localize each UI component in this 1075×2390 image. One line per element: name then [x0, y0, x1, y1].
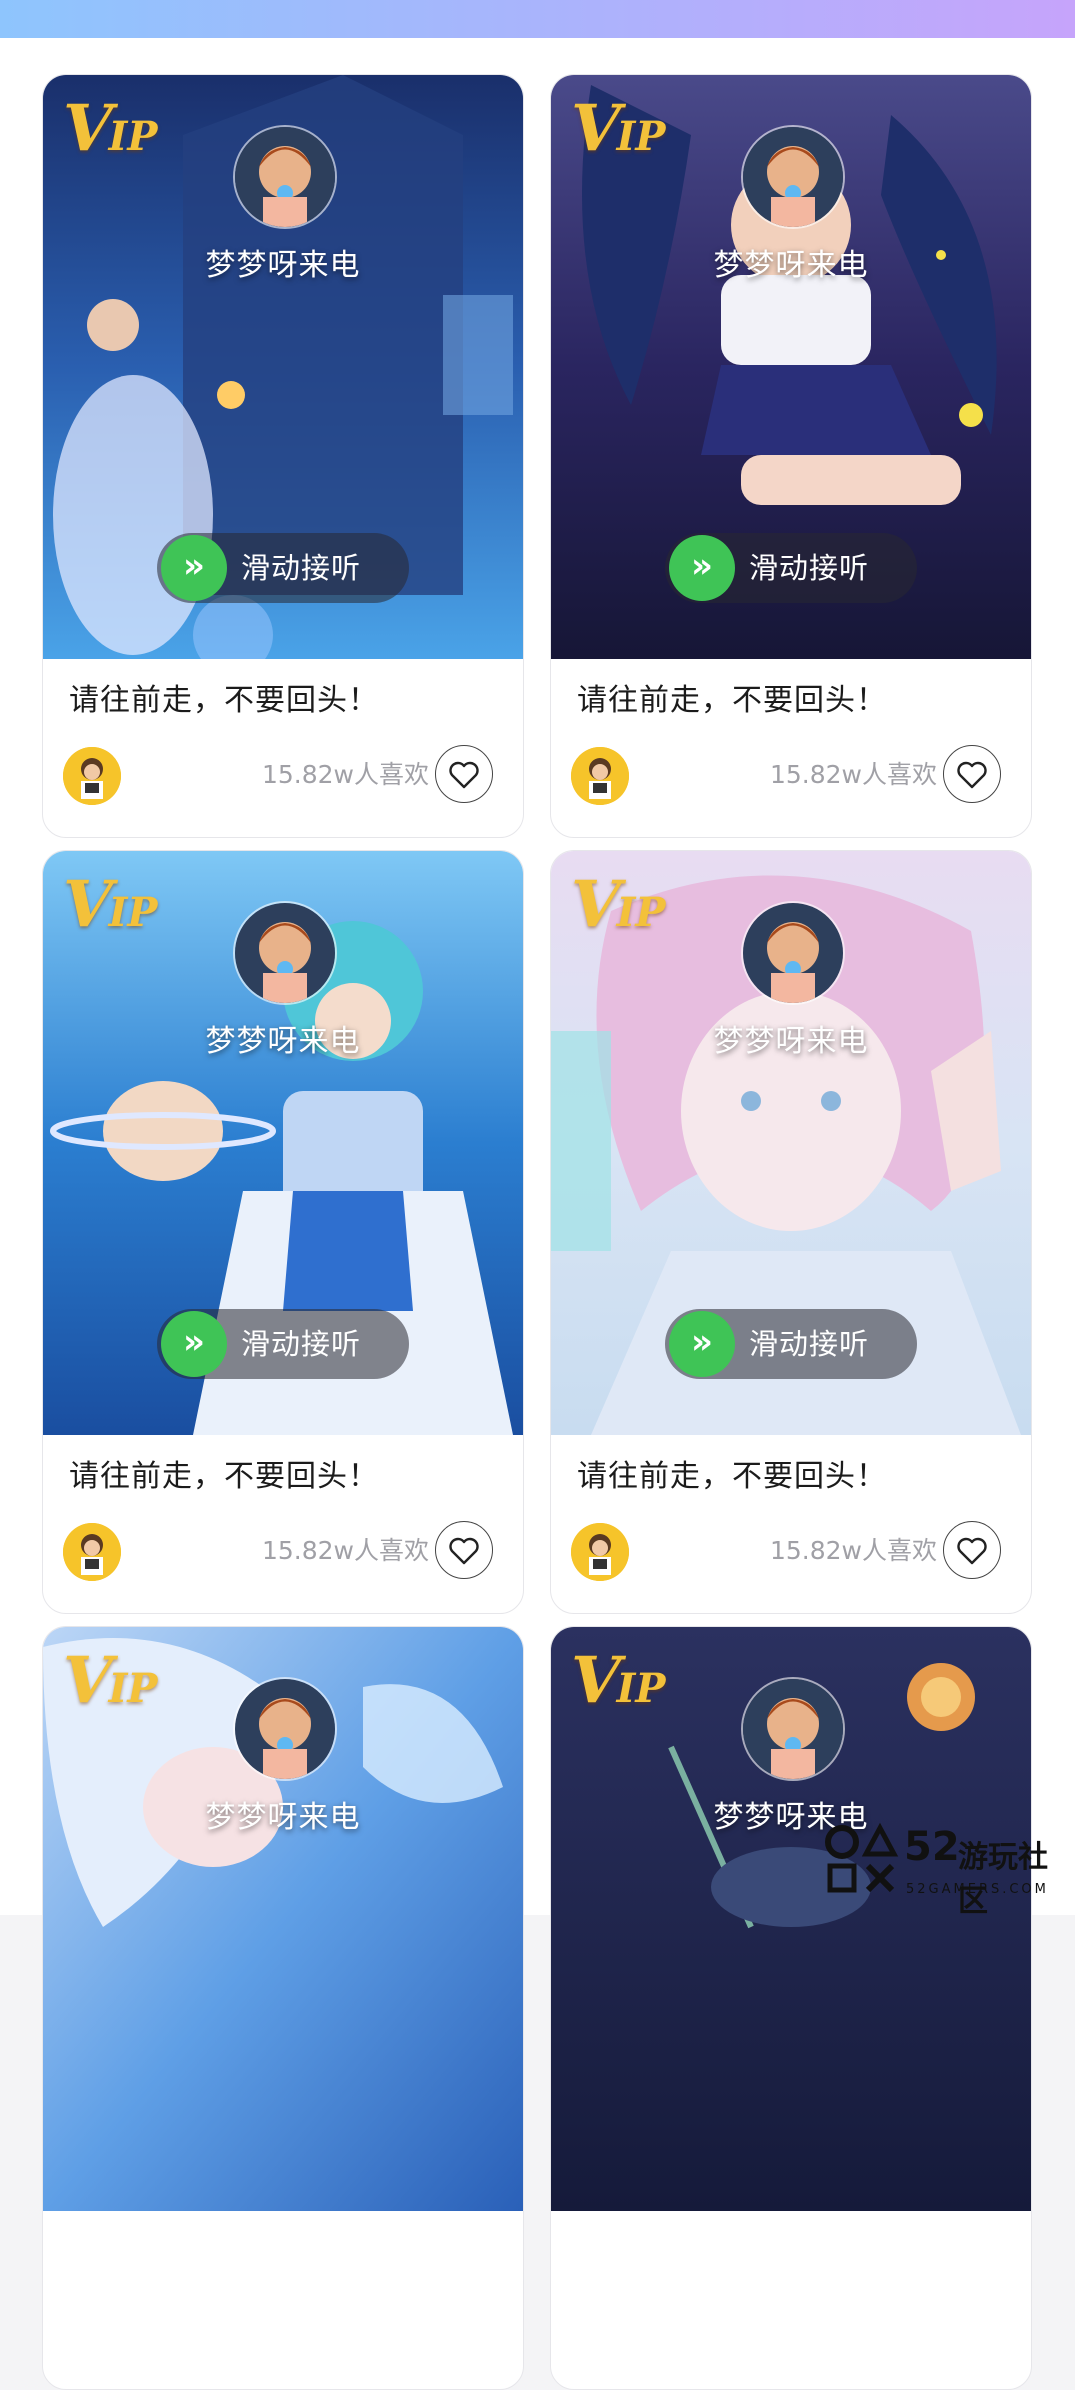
author-avatar[interactable] — [63, 747, 121, 805]
slide-to-answer[interactable]: » 滑动接听 — [157, 533, 409, 603]
caller-name: 梦梦呀来电 — [205, 248, 361, 283]
likes-count: 15.82w人喜欢 — [261, 760, 429, 789]
vip-badge: VIP — [63, 1643, 158, 1718]
author-avatar[interactable] — [63, 1523, 121, 1581]
slide-label: 滑动接听 — [241, 551, 362, 585]
card-artwork: VIP 梦梦呀来电 — [43, 1627, 523, 2211]
caller-avatar — [233, 1677, 337, 1781]
author-avatar[interactable] — [571, 1523, 629, 1581]
ringtone-card[interactable]: VIP 梦梦呀来电 » 滑动接听 请往前走，不要回头！ 15.82w人喜欢 — [550, 74, 1032, 838]
slide-label: 滑动接听 — [749, 551, 870, 585]
heart-outline-icon[interactable] — [435, 745, 493, 803]
card-artwork: VIP 梦梦呀来电 » 滑动接听 — [43, 75, 523, 659]
slide-to-answer[interactable]: » 滑动接听 — [665, 1309, 917, 1379]
double-chevron-right-icon[interactable]: » — [161, 1311, 227, 1377]
watermark-logo-icon — [825, 1822, 899, 1893]
caller-avatar — [233, 125, 337, 229]
watermark-number: 52 — [904, 1824, 960, 1870]
caller-name: 梦梦呀来电 — [713, 248, 869, 283]
likes-count: 15.82w人喜欢 — [769, 1536, 937, 1565]
card-artwork: VIP 梦梦呀来电 » 滑动接听 — [551, 851, 1031, 1435]
ringtone-title: 请往前走，不要回头！ — [69, 683, 379, 718]
caller-name: 梦梦呀来电 — [713, 1024, 869, 1059]
double-chevron-right-icon[interactable]: » — [669, 1311, 735, 1377]
site-watermark: 52 游玩社区 52GAMERS.COM — [820, 1820, 1070, 1919]
ringtone-card[interactable]: VIP 梦梦呀来电 » 滑动接听 请往前走，不要回头！ 15.82w人喜欢 — [550, 850, 1032, 1614]
slide-label: 滑动接听 — [749, 1327, 870, 1361]
caller-name: 梦梦呀来电 — [205, 1024, 361, 1059]
card-artwork: VIP 梦梦呀来电 » 滑动接听 — [551, 75, 1031, 659]
caller-avatar — [741, 125, 845, 229]
slide-label: 滑动接听 — [241, 1327, 362, 1361]
ringtone-card[interactable]: VIP 梦梦呀来电 » 滑动接听 请往前走，不要回头！ 15.82w人喜欢 — [42, 74, 524, 838]
top-gradient-bar — [0, 0, 1075, 38]
caller-avatar — [233, 901, 337, 1005]
vip-badge: VIP — [571, 867, 666, 942]
likes-count: 15.82w人喜欢 — [769, 760, 937, 789]
heart-outline-icon[interactable] — [435, 1521, 493, 1579]
caller-avatar — [741, 1677, 845, 1781]
likes-count: 15.82w人喜欢 — [261, 1536, 429, 1565]
heart-outline-icon[interactable] — [943, 1521, 1001, 1579]
double-chevron-right-icon[interactable]: » — [669, 535, 735, 601]
slide-to-answer[interactable]: » 滑动接听 — [157, 1309, 409, 1379]
vip-badge: VIP — [571, 1643, 666, 1718]
double-chevron-right-icon[interactable]: » — [161, 535, 227, 601]
vip-badge: VIP — [63, 867, 158, 942]
heart-outline-icon[interactable] — [943, 745, 1001, 803]
caller-avatar — [741, 901, 845, 1005]
ringtone-card[interactable]: VIP 梦梦呀来电 » 滑动接听 请往前走，不要回头！ 15.82w人喜欢 — [42, 850, 524, 1614]
slide-to-answer[interactable]: » 滑动接听 — [665, 533, 917, 603]
watermark-url: 52GAMERS.COM — [906, 1882, 1049, 1897]
author-avatar[interactable] — [571, 747, 629, 805]
ringtone-card[interactable]: VIP 梦梦呀来电 — [42, 1626, 524, 2390]
ringtone-grid: VIP 梦梦呀来电 » 滑动接听 请往前走，不要回头！ 15.82w人喜欢 VI… — [0, 38, 1075, 2390]
caller-name: 梦梦呀来电 — [205, 1800, 361, 1835]
ringtone-title: 请往前走，不要回头！ — [69, 1459, 379, 1494]
card-artwork: VIP 梦梦呀来电 » 滑动接听 — [43, 851, 523, 1435]
ringtone-title: 请往前走，不要回头！ — [577, 683, 887, 718]
ringtone-title: 请往前走，不要回头！ — [577, 1459, 887, 1494]
vip-badge: VIP — [63, 91, 158, 166]
ringtone-card[interactable]: VIP 梦梦呀来电 — [550, 1626, 1032, 2390]
watermark-name: 游玩社区 — [958, 1840, 1048, 1919]
vip-badge: VIP — [571, 91, 666, 166]
